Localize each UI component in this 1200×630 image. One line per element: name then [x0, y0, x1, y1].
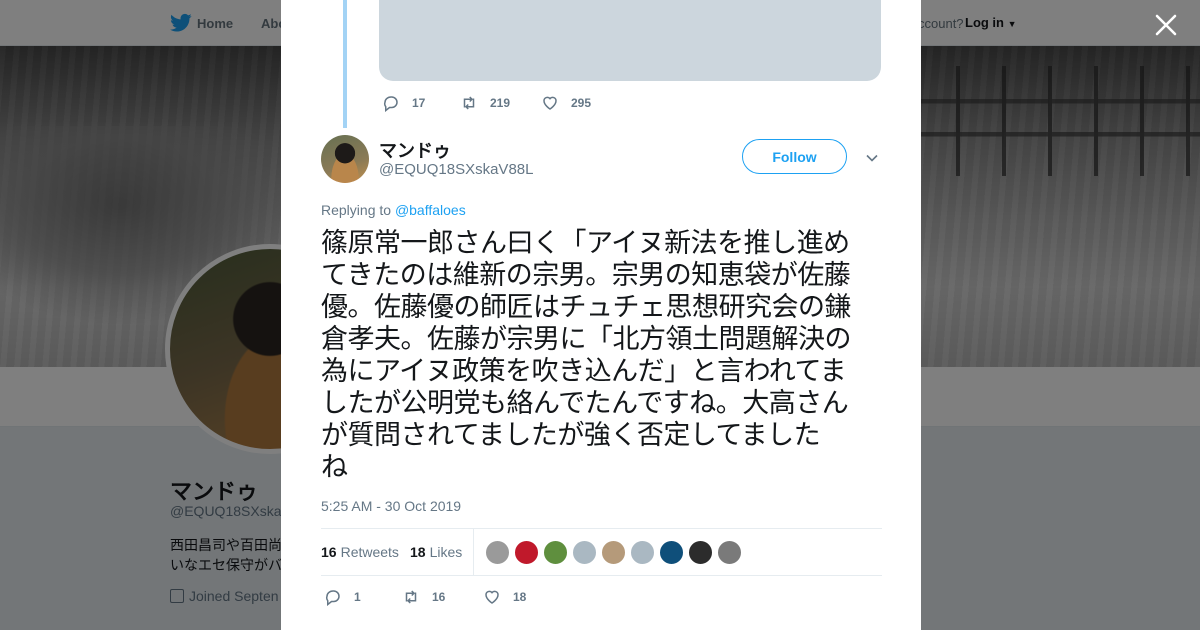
liker-avatar[interactable] [717, 540, 742, 565]
retweets-stat[interactable]: 16 Retweets [321, 544, 399, 560]
author-avatar[interactable] [321, 135, 369, 183]
parent-tweet-media[interactable] [379, 0, 881, 81]
liker-avatar[interactable] [543, 540, 568, 565]
liker-avatar[interactable] [688, 540, 713, 565]
retweet-action[interactable]: 16 [402, 588, 445, 606]
author-name[interactable]: マンドゥ [379, 137, 451, 163]
liker-avatars [485, 540, 746, 565]
retweet-count-bottom: 16 [432, 590, 446, 604]
chevron-down-icon[interactable] [865, 151, 879, 165]
tweet-stats: 16 Retweets 18 Likes [321, 528, 882, 576]
replying-to-link[interactable]: @baffaloes [395, 202, 466, 218]
reply-count: 1 [354, 590, 361, 604]
tweet-text-line: てきたのは維新の宗男。宗男の知恵袋が佐藤 [321, 260, 851, 291]
parent-like-action[interactable]: 295 [541, 94, 591, 112]
parent-reply-action[interactable]: 17 [382, 94, 425, 112]
tweet-modal: 17 219 295 マンドゥ @EQUQ18SXskaV88L Follow … [281, 0, 921, 630]
like-count: 18 [410, 544, 426, 560]
parent-like-count: 295 [571, 96, 592, 110]
author-handle[interactable]: @EQUQ18SXskaV88L [379, 161, 533, 178]
liker-avatar[interactable] [485, 540, 510, 565]
like-action[interactable]: 18 [483, 588, 526, 606]
replying-to: Replying to @baffaloes [321, 202, 466, 218]
retweets-label: Retweets [340, 544, 399, 560]
liker-avatar[interactable] [514, 540, 539, 565]
liker-avatar[interactable] [659, 540, 684, 565]
tweet-text-line: 篠原常一郎さん曰く「アイヌ新法を推し進め [321, 228, 850, 259]
close-icon[interactable] [1153, 12, 1179, 38]
retweet-icon [405, 590, 417, 604]
replying-to-label: Replying to [321, 202, 392, 218]
tweet-text: 篠原常一郎さん曰く「アイヌ新法を推し進め てきたのは維新の宗男。宗男の知恵袋が佐… [321, 228, 883, 484]
thread-line [343, 0, 347, 128]
tweet-text-line: 優。佐藤優の師匠はチュチェ思想研究会の鎌 [321, 292, 852, 323]
liker-avatar[interactable] [601, 540, 626, 565]
tweet-text-line: 為にアイヌ政策を吹き込んだ」と言われてま [321, 356, 847, 387]
stats-divider [473, 529, 474, 576]
retweet-count: 16 [321, 544, 337, 560]
reply-action[interactable]: 1 [324, 588, 361, 606]
liker-avatar[interactable] [630, 540, 655, 565]
heart-icon [485, 590, 499, 604]
parent-retweet-count: 219 [490, 96, 511, 110]
retweet-icon [463, 96, 475, 110]
follow-button[interactable]: Follow [742, 139, 847, 174]
tweet-timestamp[interactable]: 5:25 AM - 30 Oct 2019 [321, 498, 461, 514]
tweet-text-line: 倉孝夫。佐藤が宗男に「北方領土問題解決の [321, 324, 852, 355]
likes-stat[interactable]: 18 Likes [410, 544, 462, 560]
like-count-bottom: 18 [513, 590, 527, 604]
tweet-text-line: したが公明党も絡んでたんですね。大高さん [321, 388, 849, 419]
likes-label: Likes [429, 544, 463, 560]
reply-icon [383, 96, 398, 112]
tweet-text-line: ね [321, 452, 348, 483]
parent-retweet-action[interactable]: 219 [460, 94, 510, 112]
heart-icon [543, 96, 557, 110]
reply-icon [325, 590, 340, 606]
parent-reply-count: 17 [412, 96, 426, 110]
liker-avatar[interactable] [572, 540, 597, 565]
tweet-text-line: が質問されてましたが強く否定してました [321, 420, 821, 451]
